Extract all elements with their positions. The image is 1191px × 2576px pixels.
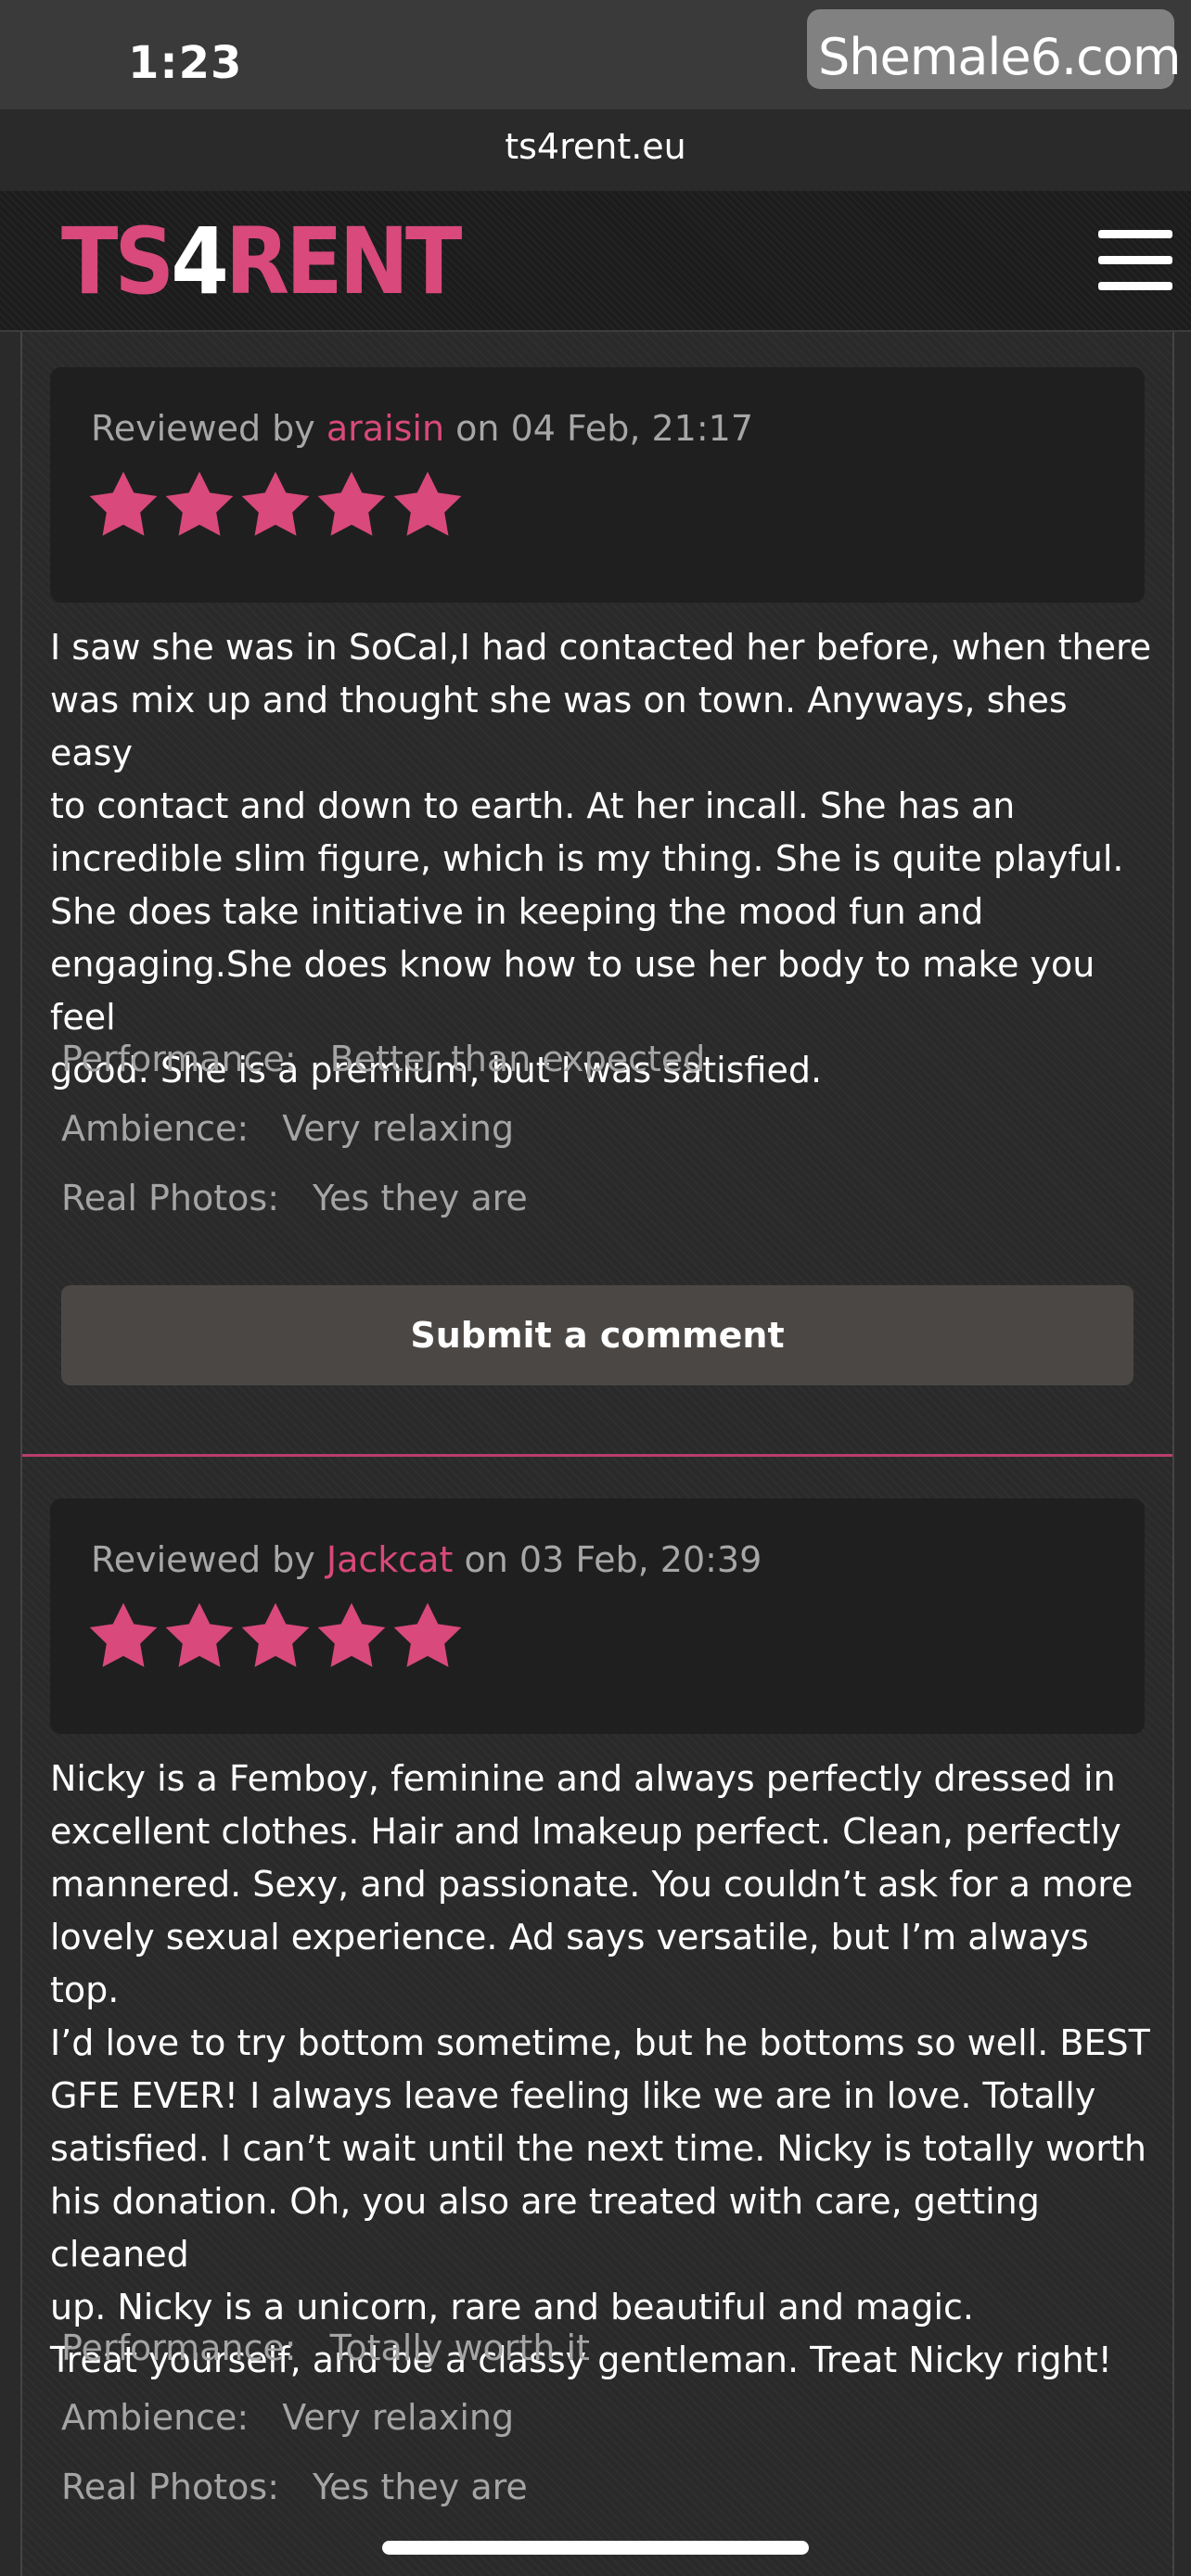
star-icon bbox=[393, 1602, 462, 1667]
real-photos-value: Yes they are bbox=[313, 2467, 528, 2507]
review-header: Reviewed by araisin on 04 Feb, 21:17 bbox=[50, 367, 1145, 603]
reviewer-name-link[interactable]: Jackcat bbox=[327, 1539, 453, 1580]
on-label: on bbox=[455, 408, 500, 449]
star-icon bbox=[241, 471, 310, 536]
reviews-section: Reviewed by araisin on 04 Feb, 21:17 I s… bbox=[20, 332, 1174, 2576]
status-bar: 1:23 Shemale6.com ts4rent.eu bbox=[0, 0, 1191, 167]
review-date: 03 Feb, 20:39 bbox=[519, 1539, 762, 1580]
review-date: 04 Feb, 21:17 bbox=[510, 408, 753, 449]
reviewed-by-label: Reviewed by bbox=[91, 1539, 315, 1580]
performance-value: Better than expected bbox=[329, 1039, 706, 1079]
watermark-text: Shemale6.com bbox=[818, 28, 1181, 86]
site-header: TS4RENT bbox=[0, 191, 1191, 332]
real-photos-label: Real Photos: bbox=[61, 1178, 279, 1218]
star-rating bbox=[87, 1600, 467, 1675]
review-byline: Reviewed by Jackcat on 03 Feb, 20:39 bbox=[91, 1539, 762, 1580]
real-photos-row: Real Photos: Yes they are bbox=[61, 2467, 528, 2507]
status-time: 1:23 bbox=[128, 37, 243, 89]
star-icon bbox=[393, 471, 462, 536]
watermark: Shemale6.com bbox=[807, 9, 1181, 89]
ambience-label: Ambience: bbox=[61, 2397, 250, 2438]
review-text: Nicky is a Femboy, feminine and always p… bbox=[50, 1758, 1150, 2380]
performance-value: Totally worth it bbox=[329, 2327, 590, 2368]
real-photos-row: Real Photos: Yes they are bbox=[61, 1178, 528, 1218]
on-label: on bbox=[464, 1539, 508, 1580]
home-indicator[interactable] bbox=[382, 2541, 809, 2555]
real-photos-value: Yes they are bbox=[313, 1178, 528, 1218]
star-icon bbox=[165, 471, 234, 536]
site-logo[interactable]: TS4RENT bbox=[61, 207, 462, 319]
review-divider bbox=[22, 1454, 1172, 1457]
star-rating bbox=[87, 469, 467, 543]
performance-row: Performance: Totally worth it bbox=[61, 2327, 590, 2368]
logo-four: 4 bbox=[171, 208, 229, 316]
logo-ts: TS bbox=[61, 208, 174, 316]
logo-rent: RENT bbox=[224, 208, 462, 316]
star-icon bbox=[89, 1602, 158, 1667]
ambience-row: Ambience: Very relaxing bbox=[61, 1108, 514, 1149]
performance-row: Performance: Better than expected bbox=[61, 1039, 705, 1079]
submit-comment-button[interactable]: Submit a comment bbox=[61, 1285, 1133, 1385]
ambience-row: Ambience: Very relaxing bbox=[61, 2397, 514, 2438]
review-text: I saw she was in SoCal,I had contacted h… bbox=[50, 627, 1152, 1090]
review-header: Reviewed by Jackcat on 03 Feb, 20:39 bbox=[50, 1498, 1145, 1734]
star-icon bbox=[165, 1602, 234, 1667]
star-icon bbox=[317, 1602, 386, 1667]
star-icon bbox=[89, 471, 158, 536]
hamburger-menu-icon[interactable] bbox=[1098, 228, 1172, 293]
reviewer-name-link[interactable]: araisin bbox=[327, 408, 444, 449]
real-photos-label: Real Photos: bbox=[61, 2467, 279, 2507]
ambience-label: Ambience: bbox=[61, 1108, 250, 1149]
star-icon bbox=[317, 471, 386, 536]
performance-label: Performance: bbox=[61, 2327, 297, 2368]
reviewed-by-label: Reviewed by bbox=[91, 408, 315, 449]
ambience-value: Very relaxing bbox=[282, 2397, 515, 2438]
performance-label: Performance: bbox=[61, 1039, 297, 1079]
ambience-value: Very relaxing bbox=[282, 1108, 515, 1149]
star-icon bbox=[241, 1602, 310, 1667]
address-bar-url[interactable]: ts4rent.eu bbox=[0, 126, 1191, 167]
review-byline: Reviewed by araisin on 04 Feb, 21:17 bbox=[91, 408, 753, 449]
